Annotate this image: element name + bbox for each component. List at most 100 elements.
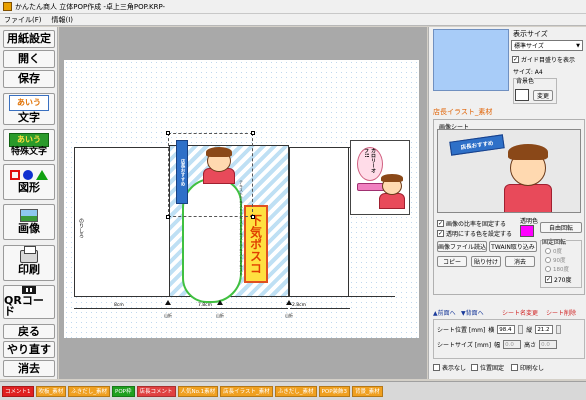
sheet-tab[interactable]: ふきだし_素材	[274, 385, 317, 397]
checkbox-icon[interactable]	[433, 364, 440, 371]
transparent-color-swatch[interactable]	[520, 225, 534, 237]
copy-button[interactable]: コピー	[437, 256, 467, 267]
position-x-input[interactable]: 98.4	[497, 325, 516, 334]
fold-marker	[286, 300, 292, 305]
page-preview[interactable]	[433, 29, 509, 91]
rotate-270-label: 270度	[554, 277, 572, 284]
radio-icon[interactable]	[545, 257, 551, 263]
special-text-button[interactable]: あいう 特殊文字	[3, 129, 55, 161]
redo-label: やり直す	[7, 342, 51, 356]
fix-ratio-checkbox-row[interactable]: ✓ 画像の比率を固定する	[437, 219, 506, 228]
resize-handle[interactable]	[166, 215, 170, 219]
special-text-tile-icon: あいう	[9, 132, 49, 147]
sheet-tab[interactable]: 店長コメント	[136, 385, 176, 397]
delete-sheet-link[interactable]: シート削除	[546, 308, 576, 317]
load-image-button[interactable]: 画像ファイル読込	[437, 241, 487, 252]
back-button[interactable]: 戻る	[3, 324, 55, 339]
menu-file[interactable]: ファイル(F)	[4, 15, 42, 25]
width-input[interactable]: 0.0	[503, 340, 522, 349]
selection-box[interactable]	[166, 131, 255, 219]
lock-position-checkbox-row[interactable]: 位置固定	[471, 363, 504, 372]
send-back-link[interactable]: ▼背面へ	[461, 308, 484, 317]
guide-checkbox-row[interactable]: ✓ ガイド目盛りを表示	[512, 55, 575, 64]
image-button[interactable]: 画像	[3, 204, 55, 240]
spinner-icon[interactable]	[556, 325, 562, 334]
free-rotate-button[interactable]: 自由回転	[540, 222, 582, 233]
text-button[interactable]: あいう 文字	[3, 93, 55, 125]
hide-checkbox-row[interactable]: 表示なし	[433, 363, 466, 372]
vertical-label: 縦	[526, 327, 533, 334]
checkbox-icon[interactable]	[471, 364, 478, 371]
fold-panel-left: のりしろ	[74, 147, 170, 297]
checkbox-checked-icon[interactable]: ✓	[437, 230, 444, 237]
no-print-checkbox-row[interactable]: 印刷なし	[511, 363, 544, 372]
twain-button[interactable]: TWAIN取り込み	[489, 241, 537, 252]
resize-handle[interactable]	[166, 131, 170, 135]
width-label: 幅	[494, 342, 501, 349]
design-canvas[interactable]: のりしろ テキストテキストテキストテキストテキストテキスト 店長おすすめ 下気ポ…	[59, 27, 427, 379]
rotate-180-label: 180度	[553, 267, 569, 273]
dimension-label: 7.8cm	[198, 303, 213, 308]
shape-label: 図形	[18, 181, 40, 195]
bring-front-link[interactable]: ▲前面へ	[433, 308, 456, 317]
sheet-image-preview[interactable]: 店長おすすめ	[437, 129, 581, 213]
window-title: かんたん商人 立体POP作成 -卓上三角POP.KRP-	[15, 2, 166, 11]
checkbox-icon[interactable]	[511, 364, 518, 371]
sheet-tab[interactable]: ふきだし_素材	[68, 385, 111, 397]
position-y-input[interactable]: 21.2	[535, 325, 554, 334]
paper-setting-button[interactable]: 用紙設定	[3, 30, 55, 48]
bg-color-swatch[interactable]	[515, 89, 529, 101]
erase-button[interactable]: 消去	[3, 360, 55, 377]
transparent-checkbox-row[interactable]: ✓ 透明にする色を設定する	[437, 229, 512, 238]
change-color-button[interactable]: 変更	[533, 90, 553, 101]
print-button[interactable]: 印刷	[3, 245, 55, 281]
erase-label: 消去	[18, 361, 40, 375]
dimension-line	[74, 308, 170, 309]
rotate-90-radio[interactable]: 90度	[545, 256, 566, 264]
rotate-180-radio[interactable]: 180度	[545, 265, 569, 273]
paste-button[interactable]: 貼り付け	[471, 256, 501, 267]
sheet-tab[interactable]: 店長イラスト_素材	[220, 385, 273, 397]
lock-position-label: 位置固定	[480, 365, 505, 372]
resize-handle[interactable]	[251, 131, 255, 135]
checkbox-checked-icon[interactable]: ✓	[545, 276, 552, 283]
preview-shopkeeper	[377, 169, 407, 209]
save-button[interactable]: 保存	[3, 70, 55, 88]
text-tile-icon: あいう	[9, 94, 49, 111]
fold-marker	[217, 300, 223, 305]
sheet-tab[interactable]: POP枠	[112, 385, 135, 397]
redo-button[interactable]: やり直す	[3, 341, 55, 358]
checkbox-checked-icon[interactable]: ✓	[512, 56, 519, 63]
height-input[interactable]: 0.0	[539, 340, 558, 349]
spinner-icon[interactable]	[518, 325, 524, 334]
display-size-select[interactable]: 標準サイズ ▼	[511, 40, 583, 51]
menu-info[interactable]: 情報(I)	[52, 15, 74, 25]
sheet-tab[interactable]: 吹板_素材	[35, 385, 67, 397]
radio-icon[interactable]	[545, 248, 551, 254]
sheet-tab[interactable]: コメント1	[2, 385, 34, 397]
app-icon	[3, 2, 12, 11]
paper-sheet[interactable]: のりしろ テキストテキストテキストテキストテキストテキスト 店長おすすめ 下気ポ…	[64, 60, 419, 338]
rotate-0-radio[interactable]: 0度	[545, 247, 562, 255]
qr-button[interactable]: QRコード	[3, 285, 55, 319]
qr-code-icon	[22, 286, 36, 294]
left-toolbar: 用紙設定 開く 保存 あいう 文字 あいう 特殊文字 図形 画像 印刷 QRコー…	[0, 27, 58, 379]
rotate-270-checkbox-row[interactable]: ✓ 270度	[545, 275, 571, 284]
sheet-erase-button[interactable]: 消去	[505, 256, 535, 267]
chevron-down-icon: ▼	[576, 42, 580, 49]
checkbox-checked-icon[interactable]: ✓	[437, 220, 444, 227]
rename-sheet-link[interactable]: シート名変更	[502, 308, 538, 317]
sheet-tab[interactable]: 背景_素材	[352, 385, 383, 397]
sheet-tab[interactable]: 人気No.1素材	[177, 385, 219, 397]
back-side-preview[interactable]: カロリーオフ!!	[350, 140, 410, 215]
text-label: 文字	[18, 110, 40, 124]
radio-icon[interactable]	[545, 266, 551, 272]
fold-marker-label: 山折	[164, 313, 172, 318]
shirt-shape	[504, 184, 552, 212]
open-button[interactable]: 開く	[3, 50, 55, 68]
sheet-tab[interactable]: POP装飾3	[318, 385, 351, 397]
hide-label: 表示なし	[442, 365, 467, 372]
shape-button[interactable]: 図形	[3, 164, 55, 200]
print-label: 印刷	[18, 263, 40, 277]
resize-handle[interactable]	[251, 215, 255, 219]
